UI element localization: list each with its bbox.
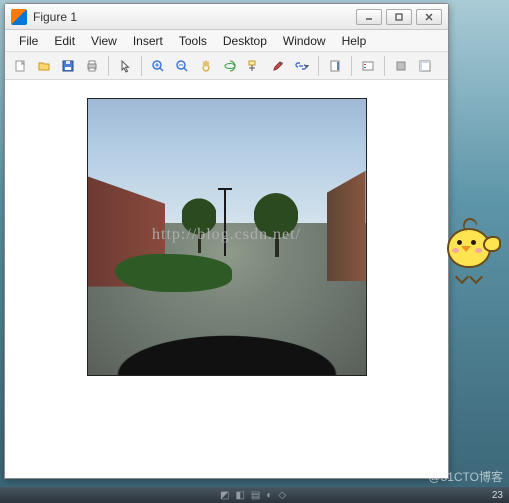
minimize-button[interactable] [356,9,382,25]
toolbar-separator [141,56,142,76]
taskbar-apps[interactable]: ◩ ◧ ▤ ◐ ◇ [220,490,286,501]
insert-legend-icon[interactable] [357,55,379,77]
displayed-image: http://blog.csdn.net/ [87,98,367,376]
menu-help[interactable]: Help [334,32,375,50]
pointer-icon[interactable] [114,55,136,77]
maximize-button[interactable] [386,9,412,25]
taskbar-app-icon[interactable]: ◇ [278,490,286,501]
taskbar-app-icon[interactable]: ◩ [220,490,229,501]
toolbar-separator [108,56,109,76]
taskbar-app-icon[interactable]: ◧ [235,490,244,501]
data-cursor-icon[interactable] [243,55,265,77]
taskbar-clock[interactable]: 23 [492,490,503,501]
new-file-icon[interactable] [9,55,31,77]
close-button[interactable] [416,9,442,25]
pan-icon[interactable] [195,55,217,77]
menu-insert[interactable]: Insert [125,32,171,50]
window-controls [356,9,442,25]
toolbar [5,52,448,80]
toolbar-separator [384,56,385,76]
menubar: File Edit View Insert Tools Desktop Wind… [5,30,448,52]
taskbar-app-icon[interactable]: ▤ [251,490,260,501]
rotate-3d-icon[interactable] [219,55,241,77]
menu-window[interactable]: Window [275,32,334,50]
taskbar[interactable]: ◩ ◧ ▤ ◐ ◇ 23 [0,487,509,503]
menu-file[interactable]: File [11,32,46,50]
page-watermark: @51CTO博客 [428,468,503,485]
chick-mascot-icon [443,218,497,278]
toolbar-separator [351,56,352,76]
insert-colorbar-icon[interactable] [324,55,346,77]
zoom-in-icon[interactable] [147,55,169,77]
taskbar-app-icon[interactable]: ◐ [266,490,272,501]
toolbar-separator [318,56,319,76]
open-folder-icon[interactable] [33,55,55,77]
menu-tools[interactable]: Tools [171,32,215,50]
brush-icon[interactable] [267,55,289,77]
hide-plot-tools-icon[interactable] [390,55,412,77]
matlab-app-icon [11,9,27,25]
menu-desktop[interactable]: Desktop [215,32,275,50]
menu-edit[interactable]: Edit [46,32,83,50]
show-plot-tools-icon[interactable] [414,55,436,77]
link-plot-icon[interactable] [291,55,313,77]
titlebar[interactable]: Figure 1 [5,4,448,30]
zoom-out-icon[interactable] [171,55,193,77]
figure-window: Figure 1 File Edit View Insert Tools Des… [4,3,449,479]
window-title: Figure 1 [33,10,356,24]
menu-view[interactable]: View [83,32,125,50]
figure-canvas[interactable]: http://blog.csdn.net/ [5,80,448,478]
save-icon[interactable] [57,55,79,77]
print-icon[interactable] [81,55,103,77]
